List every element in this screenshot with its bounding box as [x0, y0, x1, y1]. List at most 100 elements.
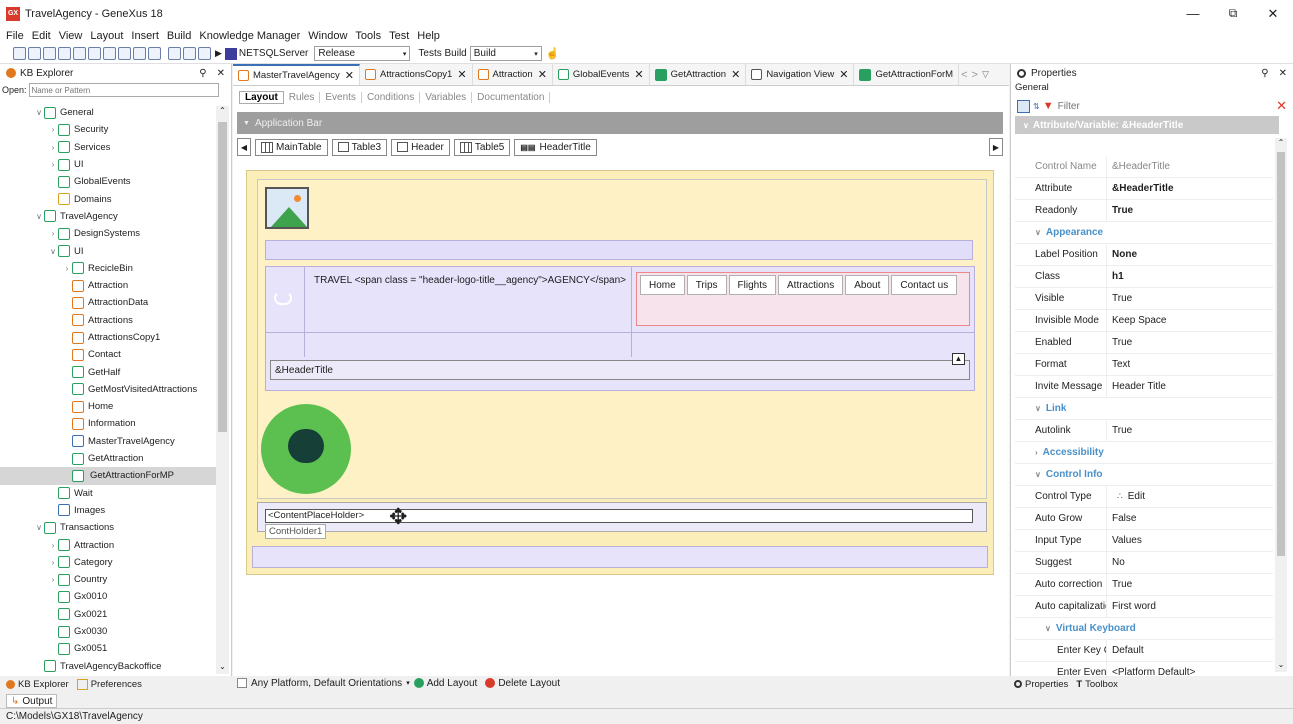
property-row[interactable]: Invisible Mode Keep Space [1015, 310, 1273, 332]
close-tab-icon[interactable]: ✕ [457, 68, 466, 81]
close-kb-explorer-icon[interactable]: ✕ [217, 68, 225, 79]
tree-item[interactable]: Gx0010 [0, 588, 216, 605]
tabs-scroll-right-icon[interactable]: > [972, 69, 978, 81]
tab-attractionscopy1[interactable]: AttractionsCopy1 ✕ [360, 64, 473, 85]
collapsed-chevron-icon[interactable]: › [48, 143, 58, 152]
property-row[interactable]: Auto correction True [1015, 574, 1273, 596]
property-row[interactable]: Visible True [1015, 288, 1273, 310]
tree-item[interactable]: Gx0021 [0, 606, 216, 623]
nav-home-button[interactable]: Home [640, 275, 685, 295]
close-properties-icon[interactable]: ✕ [1279, 68, 1287, 79]
header-title-control[interactable]: &HeaderTitle ▲ [270, 353, 970, 380]
tree-item[interactable]: Attractions [0, 312, 216, 329]
platform-dropdown-icon[interactable]: ▾ [406, 679, 410, 687]
open-pattern-input[interactable] [28, 83, 219, 97]
tree-item[interactable]: GetMostVisitedAttractions [0, 381, 216, 398]
property-value[interactable]: h1 [1107, 271, 1124, 282]
expanded-chevron-icon[interactable]: ∨ [1035, 228, 1041, 237]
menu-insert[interactable]: Insert [127, 30, 163, 42]
tree-item[interactable]: › DesignSystems [0, 225, 216, 242]
tree-item[interactable]: Gx0030 [0, 623, 216, 640]
menu-window[interactable]: Window [304, 30, 351, 42]
property-row[interactable]: Label Position None [1015, 244, 1273, 266]
property-row[interactable]: Attribute &HeaderTitle [1015, 178, 1273, 200]
property-value[interactable]: True [1107, 337, 1132, 348]
output-tab[interactable]: ↳ Output [6, 694, 58, 708]
tab-getattractionformp[interactable]: GetAttractionForM [854, 64, 960, 85]
crumb-headertitle[interactable]: ▤▤ HeaderTitle [514, 138, 597, 156]
play-icon[interactable]: ▶ [215, 48, 222, 59]
chat-avatar[interactable] [261, 404, 351, 494]
breadcrumb-right-icon[interactable]: ▶ [989, 138, 1003, 156]
collapsed-chevron-icon[interactable]: › [1035, 448, 1038, 457]
property-value[interactable]: <Platform Default> [1107, 667, 1195, 676]
property-row[interactable]: Enabled True [1015, 332, 1273, 354]
property-row[interactable]: Auto capitalizationFirst word [1015, 596, 1273, 618]
tree-item[interactable]: › Security [0, 121, 216, 138]
property-value[interactable]: True [1107, 579, 1132, 590]
menu-tools[interactable]: Tools [351, 30, 385, 42]
tree-item[interactable]: Gx0051 [0, 640, 216, 657]
expanded-chevron-icon[interactable]: ∨ [1035, 404, 1041, 413]
tree-item[interactable]: Wait [0, 485, 216, 502]
tree-scrollbar[interactable]: ⌃ ⌄ [216, 106, 229, 674]
paste-icon[interactable] [103, 47, 116, 60]
tab-kb-explorer[interactable]: KB Explorer [6, 679, 69, 690]
pin-icon[interactable]: ⚲ [199, 68, 206, 79]
properties-scrollbar[interactable]: ⌃ ⌄ [1275, 138, 1287, 672]
scrollbar-thumb[interactable] [218, 122, 227, 432]
property-row[interactable]: Invite Message Header Title [1015, 376, 1273, 398]
tab-attraction[interactable]: Attraction ✕ [473, 64, 553, 85]
property-row[interactable]: › Accessibility [1015, 442, 1273, 464]
properties-tab-general[interactable]: General [1011, 82, 1293, 96]
menu-edit[interactable]: Edit [28, 30, 55, 42]
property-value[interactable]: First word [1107, 601, 1156, 612]
tree-item[interactable]: TravelAgencyBackoffice [0, 658, 216, 675]
delete-layout-button[interactable]: Delete Layout [498, 678, 560, 689]
property-row[interactable]: Class h1 [1015, 266, 1273, 288]
menu-build[interactable]: Build [163, 30, 195, 42]
copy-icon[interactable] [88, 47, 101, 60]
crumb-table5[interactable]: Table5 [453, 138, 511, 156]
tree-item[interactable]: Attraction [0, 277, 216, 294]
tab-mastertravelagency[interactable]: MasterTravelAgency ✕ [233, 64, 360, 85]
property-value[interactable]: True [1107, 425, 1132, 436]
save-all-icon[interactable] [58, 47, 71, 60]
collapsed-chevron-icon[interactable]: › [48, 229, 58, 238]
scroll-up-icon[interactable]: ⌃ [216, 106, 229, 118]
property-value[interactable]: Values [1107, 535, 1142, 546]
property-value[interactable]: Header Title [1107, 381, 1166, 392]
categorized-icon[interactable] [1017, 99, 1030, 113]
property-row[interactable]: Enter Event <Platform Default> [1015, 662, 1273, 676]
property-value[interactable]: No [1107, 557, 1125, 568]
property-row[interactable]: Control Name &HeaderTitle [1015, 156, 1273, 178]
tree-item[interactable]: › Country [0, 571, 216, 588]
tabs-scroll-left-icon[interactable]: < [961, 69, 967, 81]
expanded-chevron-icon[interactable]: ∨ [1045, 624, 1051, 633]
tree-item[interactable]: ∨ General [0, 104, 216, 121]
property-row[interactable]: ∨ Virtual Keyboard [1015, 618, 1273, 640]
tab-toolbox[interactable]: T Toolbox [1076, 679, 1118, 690]
nav-attractions-button[interactable]: Attractions [778, 275, 844, 295]
property-row[interactable]: Format Text [1015, 354, 1273, 376]
crumb-maintable[interactable]: MainTable [255, 138, 328, 156]
tree-item[interactable]: GlobalEvents [0, 173, 216, 190]
close-tab-icon[interactable]: ✕ [538, 68, 547, 81]
tree-item[interactable]: › Attraction [0, 536, 216, 553]
close-button[interactable]: ✕ [1253, 6, 1293, 22]
tree-item[interactable]: AttractionsCopy1 [0, 329, 216, 346]
subtab-documentation[interactable]: Documentation [472, 91, 551, 103]
subtab-variables[interactable]: Variables [420, 91, 473, 103]
nav-trips-button[interactable]: Trips [686, 275, 727, 295]
menu-view[interactable]: View [55, 30, 87, 42]
tab-getattraction[interactable]: GetAttraction ✕ [650, 64, 747, 85]
scroll-down-icon[interactable]: ⌄ [1275, 660, 1287, 672]
maximize-button[interactable]: ⧉ [1213, 6, 1253, 22]
tab-preferences[interactable]: Preferences [76, 678, 142, 690]
property-value[interactable]: Text [1107, 359, 1130, 370]
expanded-chevron-icon[interactable]: ∨ [34, 523, 44, 532]
hand-icon[interactable]: ☝ [546, 47, 560, 60]
tab-globalevents[interactable]: GlobalEvents ✕ [553, 64, 650, 85]
crumb-header[interactable]: Header [391, 138, 450, 156]
property-value[interactable]: &HeaderTitle [1107, 161, 1170, 172]
